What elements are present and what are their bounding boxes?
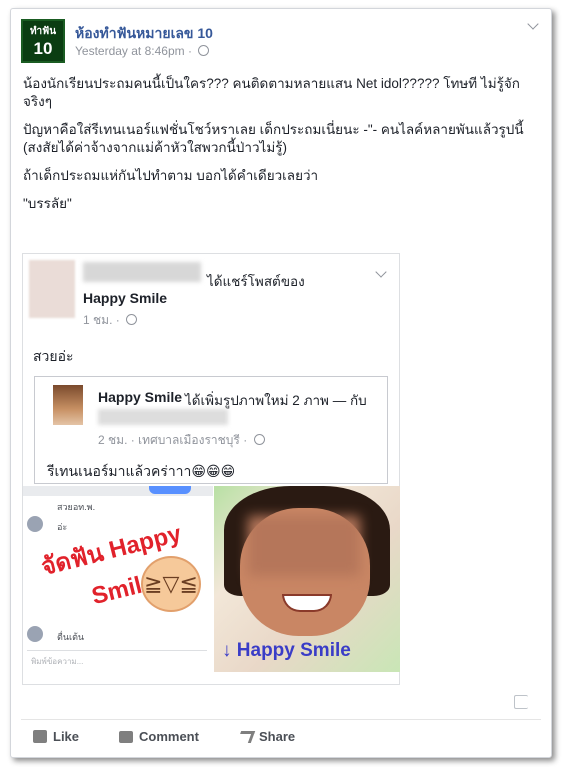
original-text: รีเทนเนอร์มาแล้วคร่าาา😁😁😁 [47, 463, 236, 479]
chat-message: ตื่นเต้น [57, 632, 85, 642]
photo-child-retainer[interactable]: ↓ Happy Smile [214, 486, 400, 672]
post-paragraph: น้องนักเรียนประถมคนนี้เป็นใคร??? คนติดตา… [23, 76, 520, 109]
chat-message: สวยอท.พ. [57, 502, 96, 512]
globe-icon[interactable] [198, 45, 210, 56]
chat-avatar [27, 626, 43, 642]
grin-emoji-icon: ≧▽≦ [141, 556, 201, 612]
share-icon [236, 730, 256, 743]
shared-text: สวยอ่ะ [33, 348, 74, 364]
page-avatar[interactable]: ทำฟัน 10 [21, 19, 65, 63]
globe-icon[interactable] [253, 434, 265, 445]
post-options-chevron-icon[interactable] [527, 18, 539, 30]
post-paragraph: "บรรลัย" [23, 196, 72, 211]
chat-message: อ่ะ [57, 522, 68, 532]
tagged-user-blurred[interactable] [98, 409, 228, 425]
flag-icon[interactable] [514, 695, 528, 709]
original-post[interactable]: Happy Smile ได้เพิ่มรูปภาพใหม่ 2 ภาพ — ก… [34, 376, 388, 484]
shared-post: ได้แชร์โพสต์ของ Happy Smile 1 ชม. · สวยอ… [22, 253, 400, 685]
shared-options-chevron-icon[interactable] [375, 266, 387, 278]
shared-meta: 1 ชม. · [83, 311, 138, 330]
shared-user-avatar-blurred[interactable] [29, 260, 75, 318]
globe-icon[interactable] [126, 314, 138, 325]
shared-target-page-link[interactable]: Happy Smile [83, 290, 167, 306]
comment-label: Comment [139, 729, 199, 744]
chat-bubble [149, 486, 191, 494]
original-added-label: ได้เพิ่มรูปภาพใหม่ 2 ภาพ — กับ [185, 393, 367, 408]
page-avatar-line2: 10 [33, 39, 53, 58]
comment-button[interactable]: Comment [119, 729, 199, 744]
shared-label: ได้แชร์โพสต์ของ [207, 274, 305, 289]
post-paragraph: ถ้าเด็กประถมแห่กันไปทำตาม บอกได้คำเดียวเ… [23, 168, 319, 183]
post-card: ทำฟัน 10 ห้องทำฟันหมายเลข 10 Yesterday a… [10, 8, 552, 758]
like-button[interactable]: Like [33, 729, 79, 744]
chat-input: พิมพ์ข้อความ... [27, 650, 207, 668]
page-name-link[interactable]: ห้องทำฟันหมายเลข 10 [75, 23, 213, 45]
chat-avatar [27, 516, 43, 532]
face-blur [248, 516, 360, 576]
original-meta: 2 ชม. · เทศบาลเมืองราชบุรี · [98, 431, 265, 450]
post-paragraph: (สงสัยได้ค่าจ้างจากแม่ค้าหัวใสพวกนี้ป่าว… [23, 140, 287, 155]
share-button[interactable]: Share [236, 729, 296, 744]
like-label: Like [53, 729, 80, 744]
post-body: น้องนักเรียนประถมคนนี้เป็นใคร??? คนติดตา… [23, 75, 541, 223]
post-timestamp[interactable]: Yesterday at 8:46pm [75, 44, 185, 58]
shared-user-name-blurred[interactable] [83, 262, 201, 282]
photo-chat-screenshot[interactable]: สวยอท.พ. อ่ะ จัดฟัน Happy Smile ≧▽≦ ตื่น… [23, 486, 213, 672]
original-page-name-link[interactable]: Happy Smile [98, 389, 182, 405]
share-label: Share [259, 729, 296, 744]
post-meta: Yesterday at 8:46pm · [75, 44, 210, 58]
original-page-avatar[interactable] [53, 385, 83, 425]
comment-icon [119, 730, 133, 743]
action-bar: Like Comment Share [21, 719, 541, 751]
photo-brand-text: ↓ Happy Smile [222, 640, 351, 661]
thumbs-up-icon [33, 730, 47, 743]
post-paragraph: ปัญหาคือใส่รีเทนเนอร์แฟชั่นโชว์หราเลย เด… [23, 122, 524, 137]
page-avatar-line1: ทำฟัน [29, 26, 57, 37]
